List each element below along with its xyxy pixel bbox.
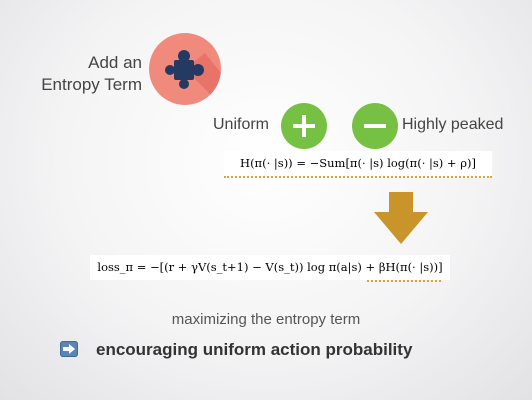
arrow-down-icon (374, 192, 428, 244)
heading-line-1: Add an (88, 53, 142, 72)
minus-icon (352, 103, 398, 149)
heading: Add an Entropy Term (30, 52, 142, 96)
loss-formula: loss_π = −[(r + γV(s_t+1) − V(s_t)) log … (90, 255, 450, 280)
heading-line-2: Entropy Term (41, 75, 142, 94)
conclusion-text: encouraging uniform action probability (96, 340, 413, 359)
puzzle-icon (149, 33, 221, 105)
plus-icon (281, 103, 327, 149)
entropy-formula: H(π(· |s)) = −Sum[π(· |s) log(π(· |s) + … (224, 151, 492, 178)
entropy-term-underline (367, 280, 441, 282)
uniform-label: Uniform (213, 116, 270, 133)
arrow-right-icon (60, 341, 78, 357)
caption: maximizing the entropy term (171, 311, 361, 328)
highly-peaked-label: Highly peaked (402, 116, 504, 133)
